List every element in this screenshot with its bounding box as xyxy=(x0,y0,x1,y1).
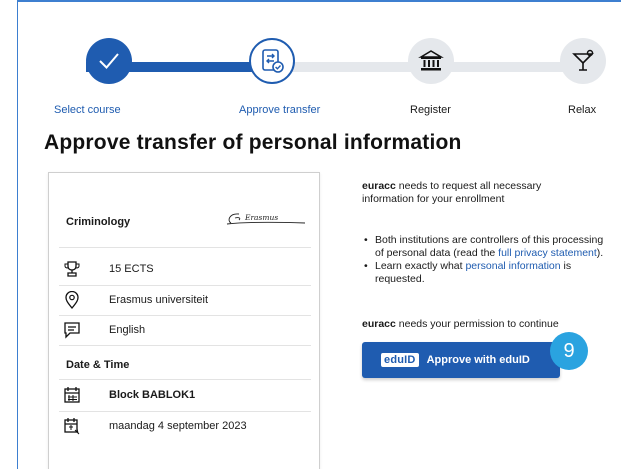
card-divider xyxy=(59,411,311,412)
approve-with-eduid-button[interactable]: eduID Approve with eduID xyxy=(362,342,560,378)
approve-button-label: Approve with eduID xyxy=(426,354,530,366)
bullet-privacy: Both institutions are controllers of thi… xyxy=(364,234,604,260)
personal-information-link[interactable]: personal information xyxy=(465,260,560,272)
step-label-relax: Relax xyxy=(568,104,597,116)
step-number-badge: 9 xyxy=(550,332,588,370)
org-name-2: euracc xyxy=(362,318,396,330)
card-divider xyxy=(59,285,311,286)
block-row: Block BABLOK1 xyxy=(62,383,195,407)
chat-bubble-icon xyxy=(62,320,82,340)
bullet1-end: ). xyxy=(596,247,604,259)
erasmus-logo: Erasmus xyxy=(225,207,307,231)
calendar-date-icon xyxy=(62,416,82,436)
date-value: maandag 4 september 2023 xyxy=(109,420,247,432)
page-title: Approve transfer of personal information xyxy=(44,131,462,154)
checkmark-icon xyxy=(99,53,119,69)
card-divider xyxy=(59,315,311,316)
org-name: euracc xyxy=(362,180,396,192)
card-divider xyxy=(59,379,311,380)
institution-row: Erasmus universiteit xyxy=(62,288,208,312)
institution-building-icon xyxy=(418,50,444,71)
bullet-personal-info: Learn exactly what personal information … xyxy=(364,260,604,286)
block-value: Block BABLOK1 xyxy=(109,389,196,401)
course-name: Criminology xyxy=(66,216,131,228)
eduid-logo: eduID xyxy=(381,353,419,367)
language-row: English xyxy=(62,318,145,342)
permission-text-rest: needs your permission to continue xyxy=(395,318,559,330)
course-card: Criminology Erasmus 15 ECTS Erasmus univ… xyxy=(48,172,320,469)
step-label-approve-transfer: Approve transfer xyxy=(239,104,321,116)
privacy-statement-link[interactable]: full privacy statement xyxy=(498,247,597,259)
calendar-grid-icon xyxy=(62,385,82,405)
step-select-course[interactable] xyxy=(86,38,132,84)
erasmus-logo-text: Erasmus xyxy=(244,213,278,222)
document-transfer-icon xyxy=(262,49,284,73)
step-label-register: Register xyxy=(410,104,451,116)
info-bullet-list: Both institutions are controllers of thi… xyxy=(364,234,604,286)
step-relax[interactable] xyxy=(560,38,606,84)
location-pin-icon xyxy=(62,290,82,310)
credits-row: 15 ECTS xyxy=(62,257,154,281)
progress-stepper: Select course Approve transfer Register … xyxy=(30,0,610,125)
cocktail-glass-icon xyxy=(572,49,594,71)
intro-text: euracc needs to request all necessary in… xyxy=(362,180,577,206)
institution-name: Erasmus universiteit xyxy=(109,294,209,306)
date-row: maandag 4 september 2023 xyxy=(62,414,247,438)
credits-value: 15 ECTS xyxy=(109,263,154,275)
step-label-select-course: Select course xyxy=(54,104,121,116)
step-register[interactable] xyxy=(408,38,454,84)
bullet2-text: Learn exactly what xyxy=(375,260,466,272)
language-value: English xyxy=(109,324,146,336)
trophy-icon xyxy=(62,259,82,279)
card-divider xyxy=(59,345,311,346)
datetime-heading: Date & Time xyxy=(66,359,130,371)
card-divider xyxy=(59,247,311,248)
permission-text: euracc needs your permission to continue xyxy=(362,318,602,331)
step-approve-transfer[interactable] xyxy=(249,38,295,84)
